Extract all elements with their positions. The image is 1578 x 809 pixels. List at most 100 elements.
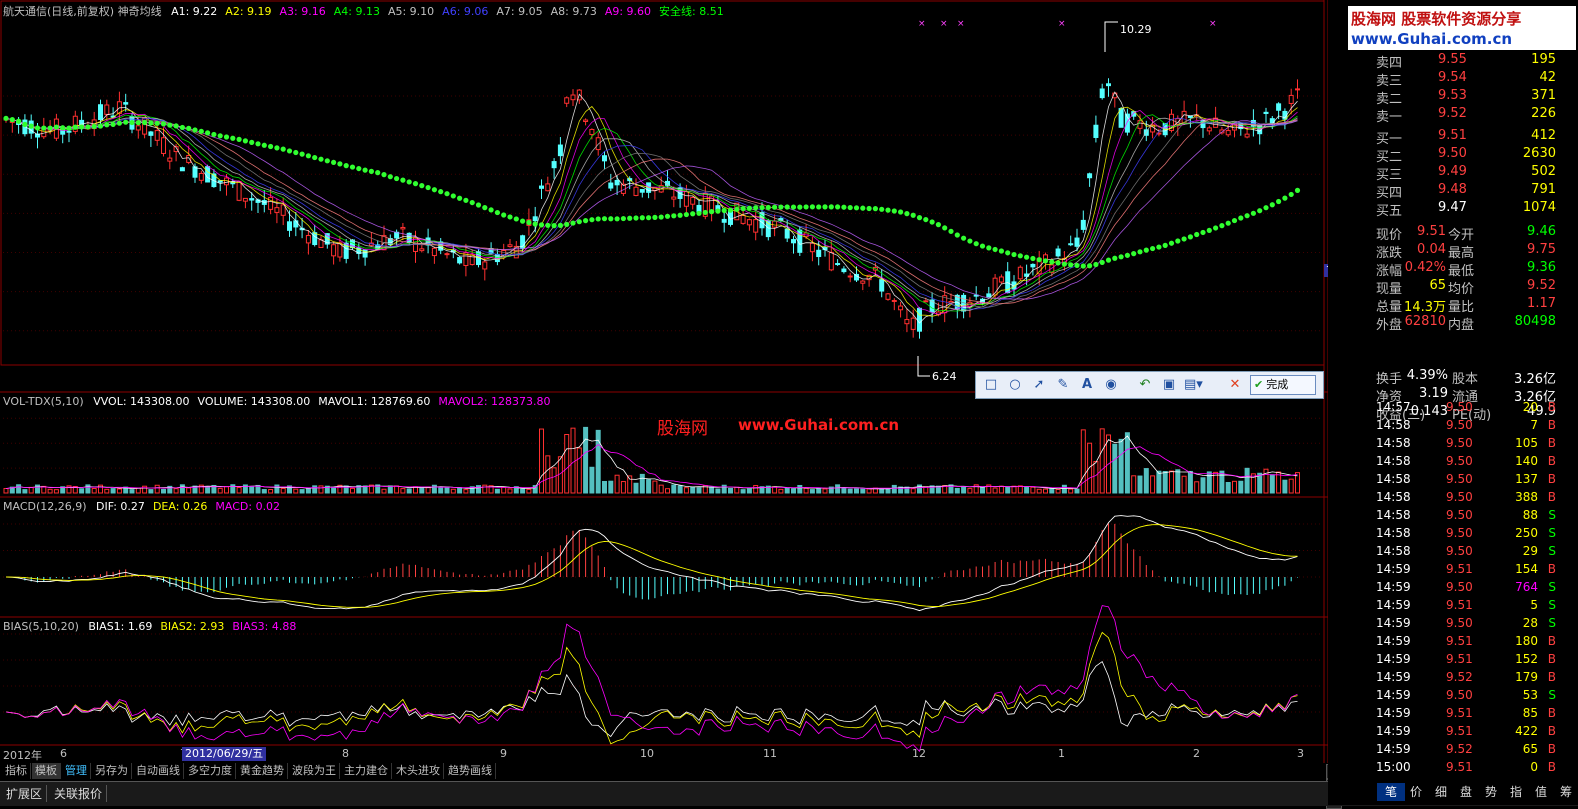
volume-bar — [104, 488, 110, 494]
tick-side: S — [1548, 526, 1556, 540]
candle-body — [671, 196, 677, 200]
safety-line-dot — [406, 179, 412, 185]
brush-tool-icon[interactable]: ✎ — [1054, 376, 1072, 394]
volume-bar — [1175, 469, 1181, 494]
quote-label: 现量 — [1376, 282, 1403, 297]
safety-line-dot — [286, 148, 293, 154]
delete-icon[interactable]: ✕ — [1226, 376, 1244, 394]
safety-line-dot — [721, 207, 727, 214]
safety-line-dot — [885, 207, 891, 213]
safety-line-dot — [387, 174, 393, 180]
save-icon[interactable]: ▣ — [1160, 376, 1178, 394]
tick-side: B — [1547, 706, 1556, 720]
site-logo: 股海网 股票软件资源分享 www.Guhai.com.cn — [1348, 6, 1576, 50]
indicator-tab[interactable]: 另存为 — [92, 763, 132, 779]
right-tab[interactable]: 价 — [1402, 783, 1430, 801]
legend-item: A9: 9.60 — [604, 5, 652, 18]
indicator-tab[interactable]: 木头进攻 — [393, 763, 444, 779]
settings-dropdown-icon[interactable]: ▤▾ — [1184, 376, 1203, 394]
status-tab[interactable]: 扩展区 — [2, 785, 48, 802]
tick-side: S — [1548, 616, 1556, 630]
tick-price: 9.51 — [1446, 598, 1473, 612]
volume-bar — [570, 427, 576, 494]
indicator-tab[interactable]: 自动画线 — [133, 763, 184, 779]
candle-body — [602, 155, 607, 162]
safety-line-dot — [356, 165, 362, 172]
legend-item: 安全线: 8.51 — [659, 5, 724, 18]
candle-body — [1276, 103, 1282, 111]
volume-bar — [1187, 470, 1193, 494]
candle-body — [287, 221, 292, 231]
right-tab[interactable]: 笔 — [1377, 783, 1405, 801]
safety-line-dot — [1200, 229, 1206, 236]
safety-line-dot — [866, 205, 872, 212]
safety-line-dot — [123, 119, 129, 125]
safety-line-dot — [759, 204, 765, 211]
safety-line-dot — [501, 212, 507, 218]
status-tab[interactable]: 关联报价 — [50, 785, 108, 802]
rectangle-tool-icon[interactable]: □ — [982, 376, 1000, 394]
candle-body — [1288, 94, 1294, 104]
right-tab[interactable]: 筹 — [1552, 783, 1578, 801]
safety-line-dot — [349, 164, 356, 170]
safety-line-dot — [110, 121, 116, 127]
quote-row: 外盘 62810 内盘 80498 — [1376, 314, 1566, 333]
safety-line-dot — [331, 159, 337, 166]
safety-line-dot — [261, 142, 267, 148]
indicator-tab[interactable]: 黄金趋势 — [237, 763, 288, 779]
fund-value: 3.19 — [1419, 386, 1448, 401]
indicator-tab[interactable]: 多空力度 — [185, 763, 236, 779]
volume-bar — [1232, 480, 1237, 494]
text-tool-icon[interactable]: A — [1078, 376, 1096, 394]
volume-bar — [1099, 428, 1105, 494]
volume-bar — [1093, 461, 1099, 494]
ellipse-tool-icon[interactable]: ○ — [1006, 376, 1024, 394]
right-tab[interactable]: 细 — [1427, 783, 1455, 801]
volume-bar — [753, 485, 759, 494]
candle-body — [570, 94, 576, 101]
candle-body — [784, 228, 790, 239]
right-tab[interactable]: 势 — [1477, 783, 1505, 801]
safety-line-dot — [1030, 255, 1036, 262]
fund-value: 4.39% — [1406, 368, 1448, 383]
tick-row: 14:58 9.50 7 B — [1376, 418, 1566, 436]
right-tab[interactable]: 值 — [1527, 783, 1555, 801]
quote-value: 9.51 — [1417, 224, 1446, 239]
right-tab[interactable]: 指 — [1502, 783, 1530, 801]
order-level-label: 卖四 — [1376, 56, 1403, 71]
indicator-tab[interactable]: 波段为王 — [289, 763, 340, 779]
indicator-tab[interactable]: 指标 — [2, 763, 31, 779]
indicator-tab[interactable]: 主力建仓 — [341, 763, 392, 779]
tick-time: 14:58 — [1376, 418, 1411, 432]
volume-bar — [1124, 432, 1130, 494]
candle-body — [753, 219, 759, 233]
order-volume: 226 — [1531, 106, 1556, 121]
tick-time: 14:59 — [1376, 706, 1411, 720]
indicator-tab[interactable]: 模板 — [32, 763, 61, 779]
volume-bar — [1005, 486, 1011, 494]
safety-line-dot — [879, 206, 885, 212]
macd-line — [5, 524, 1298, 608]
safety-line-dot — [255, 141, 261, 147]
tick-side: B — [1547, 652, 1556, 666]
arrow-tool-icon[interactable]: ➚ — [1030, 376, 1048, 394]
volume-bar — [16, 484, 22, 494]
safety-line-dot — [1087, 263, 1093, 269]
safety-line-dot — [860, 205, 866, 211]
tick-row: 14:58 9.50 105 B — [1376, 436, 1566, 454]
globe-tool-icon[interactable]: ◉ — [1102, 376, 1120, 394]
indicator-tab[interactable]: 趋势画线 — [445, 763, 496, 779]
right-tab[interactable]: 盘 — [1452, 783, 1480, 801]
volume-bar — [740, 489, 746, 494]
order-level-label: 卖二 — [1376, 92, 1403, 107]
done-button[interactable]: ✔ 完成 — [1250, 375, 1316, 395]
undo-icon[interactable]: ↶ — [1136, 376, 1154, 394]
volume-bar — [1181, 475, 1187, 494]
safety-line-dot — [627, 215, 633, 221]
safety-line-dot — [853, 205, 860, 211]
order-volume: 791 — [1531, 182, 1556, 197]
legend-item: A4: 9.13 — [333, 5, 380, 18]
indicator-tab[interactable]: 管理 — [62, 763, 91, 779]
candle-body — [135, 125, 141, 131]
tick-volume: 250 — [1515, 526, 1538, 540]
